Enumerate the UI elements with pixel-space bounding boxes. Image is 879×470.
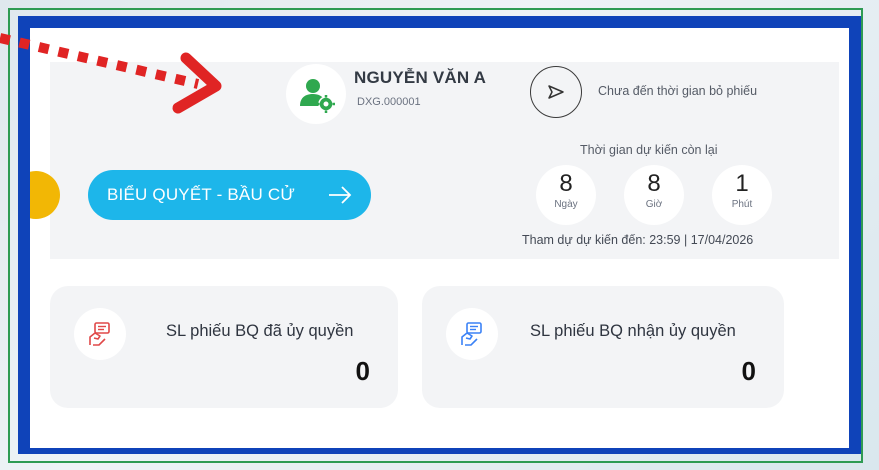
stat-icon-received: [446, 308, 498, 360]
countdown-minutes-unit: Phút: [731, 199, 753, 210]
send-arrow-icon: [548, 85, 564, 99]
countdown-days: 8 Ngày: [536, 165, 596, 225]
stat-value-received: 0: [741, 356, 756, 386]
vote-status-text: Chưa đến thời gian bỏ phiếu: [598, 84, 758, 98]
stat-value-delegated: 0: [355, 356, 370, 386]
stat-card-delegated: SL phiếu BQ đã ủy quyền 0: [50, 286, 398, 408]
countdown-minutes-value: 1: [735, 170, 749, 197]
countdown-minutes: 1 Phút: [712, 165, 772, 225]
send-button[interactable]: [530, 66, 582, 118]
countdown-hours: 8 Giờ: [624, 165, 684, 225]
arrow-right-icon: [329, 186, 352, 204]
user-name: NGUYỄN VĂN A: [354, 68, 487, 87]
countdown-hours-unit: Giờ: [645, 199, 663, 210]
stat-icon-delegated: [74, 308, 126, 360]
user-settings-icon: [300, 79, 335, 113]
countdown-hours-value: 8: [647, 170, 661, 197]
countdown-days-unit: Ngày: [554, 199, 578, 210]
delegate-hand-icon: [89, 322, 110, 346]
countdown-days-value: 8: [559, 170, 573, 197]
deadline-text: Tham dự dự kiến đến: 23:59 | 17/04/2026: [522, 233, 754, 247]
annotation-dotted-arrow: [0, 33, 222, 114]
delegate-hand-icon: [461, 322, 482, 346]
vote-election-button[interactable]: BIỂU QUYẾT - BẦU CỬ: [88, 170, 371, 220]
stat-label-delegated: SL phiếu BQ đã ủy quyền: [166, 322, 354, 340]
countdown-label: Thời gian dự kiến còn lại: [580, 143, 718, 157]
stat-label-received: SL phiếu BQ nhận ủy quyền: [530, 322, 736, 340]
stat-card-received: SL phiếu BQ nhận ủy quyền 0: [422, 286, 784, 408]
user-code: DXG.000001: [357, 96, 421, 108]
vote-election-button-label: BIỂU QUYẾT - BẦU CỬ: [107, 185, 296, 204]
user-avatar: [286, 64, 346, 124]
